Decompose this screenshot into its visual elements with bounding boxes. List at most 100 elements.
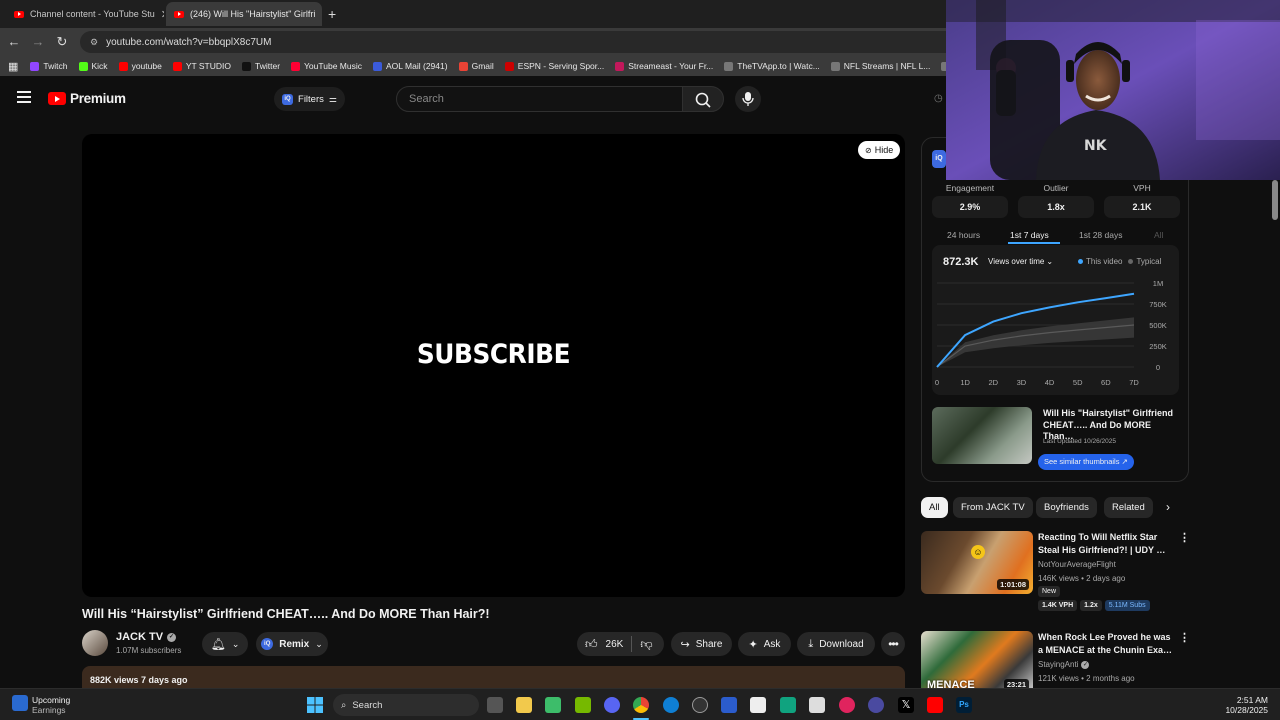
ask-button[interactable]: ✦ Ask xyxy=(738,632,791,656)
media-player-icon[interactable] xyxy=(839,697,855,713)
photoshop-icon[interactable]: Ps xyxy=(956,697,972,713)
file-explorer-icon[interactable] xyxy=(516,697,532,713)
bookmark-label: Twitch xyxy=(43,61,68,71)
download-button[interactable]: ⤓ Download xyxy=(797,632,875,656)
bookmark-item[interactable]: Twitch xyxy=(30,61,68,71)
hide-button[interactable]: ⊘ Hide xyxy=(858,141,901,159)
site-info-icon[interactable]: ⚙ xyxy=(90,37,98,48)
nvidia-icon[interactable] xyxy=(575,697,591,713)
video-title: Will His “Hairstylist” Girlfriend CHEAT…… xyxy=(82,607,490,621)
search-input[interactable]: Search xyxy=(396,86,683,112)
recommended-video[interactable]: MENACE 23:21 When Rock Lee Proved he was… xyxy=(921,631,1191,688)
capcut-icon[interactable] xyxy=(750,697,766,713)
bookmark-item[interactable]: AOL Mail (2941) xyxy=(373,61,448,71)
browser-tab-video[interactable]: (246) Will His "Hairstylist" Girlfri ✕ xyxy=(166,2,322,26)
notepad-icon[interactable] xyxy=(545,697,561,713)
clock-icon[interactable]: ◷ xyxy=(934,93,943,104)
bookmark-favicon-icon xyxy=(242,61,251,71)
bookmark-item[interactable]: Twitter xyxy=(242,61,280,71)
more-vertical-icon[interactable]: ⋮ xyxy=(1179,531,1190,544)
task-view-icon[interactable] xyxy=(487,697,503,713)
remix-button[interactable]: iQ Remix ⌄ xyxy=(256,632,328,656)
bookmark-item[interactable]: TheTVApp.to | Watc... xyxy=(724,61,820,71)
youtube-app-icon[interactable] xyxy=(927,697,943,713)
discord-icon[interactable] xyxy=(604,697,620,713)
page-scrollbar[interactable] xyxy=(1272,180,1278,220)
range-tab-7d[interactable]: 1st 7 days xyxy=(1010,230,1049,240)
channel-name-row[interactable]: JACK TV ✓ xyxy=(116,631,177,643)
like-button[interactable]: 👍︎ 26K xyxy=(585,637,623,652)
range-tab-all[interactable]: All xyxy=(1154,230,1163,240)
chip-boyfriends[interactable]: Boyfriends xyxy=(1036,497,1097,518)
browser-tab-studio[interactable]: Channel content - YouTube Stu ✕ xyxy=(6,2,164,26)
app-icon[interactable] xyxy=(868,697,884,713)
word-icon[interactable] xyxy=(721,697,737,713)
views-dropdown[interactable]: Views over time ⌄ xyxy=(988,257,1053,266)
menu-icon[interactable] xyxy=(17,91,31,103)
channel-avatar[interactable] xyxy=(82,630,108,656)
range-tab-24h[interactable]: 24 hours xyxy=(947,230,980,240)
x-tick-label: 2D xyxy=(988,378,998,387)
close-tab-icon[interactable]: ✕ xyxy=(161,8,164,21)
chrome-icon[interactable] xyxy=(633,697,649,713)
video-thumbnail[interactable]: ☺ 1:01:08 xyxy=(921,531,1033,594)
bookmark-item[interactable]: youtube xyxy=(118,61,162,71)
chevron-right-icon[interactable]: › xyxy=(1166,500,1170,514)
edge-icon[interactable] xyxy=(663,697,679,713)
recommended-video[interactable]: ☺ 1:01:08 Reacting To Will Netflix Star … xyxy=(921,531,1191,611)
like-count: 26K xyxy=(605,638,624,650)
more-actions-button[interactable]: ••• xyxy=(881,632,905,656)
svg-text:NK: NK xyxy=(1084,138,1108,154)
stat-value-vph: 2.1K xyxy=(1104,196,1180,218)
video-thumbnail[interactable]: MENACE 23:21 xyxy=(921,631,1033,688)
video-thumbnail[interactable] xyxy=(932,407,1032,464)
chip-from-channel[interactable]: From JACK TV xyxy=(953,497,1033,518)
see-similar-thumbnails-button[interactable]: See similar thumbnails ↗ xyxy=(1038,454,1134,470)
new-tab-button[interactable]: + xyxy=(328,6,336,22)
more-vertical-icon[interactable]: ⋮ xyxy=(1179,631,1190,644)
bookmark-item[interactable]: Kick xyxy=(78,61,108,71)
bookmark-item[interactable]: YT STUDIO xyxy=(172,61,231,71)
bookmark-item[interactable]: ESPN - Serving Spor... xyxy=(504,61,604,71)
chip-all[interactable]: All xyxy=(921,497,948,518)
apps-grid-icon[interactable]: ▦ xyxy=(8,60,18,73)
taskbar-search-label: Search xyxy=(352,699,383,711)
bookmark-item[interactable]: Gmail xyxy=(458,61,494,71)
widget-text[interactable]: Upcoming Earnings xyxy=(32,695,70,715)
voice-search-button[interactable] xyxy=(735,86,761,112)
reload-icon[interactable]: ↻ xyxy=(54,34,70,50)
bookmark-label: youtube xyxy=(131,61,162,71)
obs-icon[interactable] xyxy=(692,697,708,713)
system-clock[interactable]: 2:51 AM 10/28/2025 xyxy=(1200,695,1268,715)
app-icon[interactable] xyxy=(809,697,825,713)
chatgpt-icon[interactable] xyxy=(780,697,796,713)
description-box[interactable]: 882K views 7 days ago xyxy=(82,666,905,688)
widget-subtitle: Earnings xyxy=(32,705,66,715)
url-field[interactable]: ⚙ youtube.com/watch?v=bbqplX8c7UM xyxy=(80,31,960,53)
bookmark-item[interactable]: Streameast - Your Fr... xyxy=(615,61,713,71)
emoji-face-icon: ☺ xyxy=(971,545,985,559)
range-tab-28d[interactable]: 1st 28 days xyxy=(1079,230,1122,240)
search-button[interactable] xyxy=(682,86,724,112)
share-button[interactable]: ↪ Share xyxy=(671,632,732,656)
chip-related[interactable]: Related xyxy=(1104,497,1153,518)
youtube-premium-logo[interactable]: Premium xyxy=(48,91,126,106)
bookmark-item[interactable]: YouTube Music xyxy=(291,61,362,71)
forward-arrow-icon[interactable]: → xyxy=(30,34,46,50)
stocks-widget-icon[interactable] xyxy=(12,695,28,711)
bookmark-item[interactable]: NFL Streams | NFL L... xyxy=(830,61,930,71)
x-twitter-icon[interactable]: 𝕏 xyxy=(898,697,914,713)
back-arrow-icon[interactable]: ← xyxy=(6,34,22,50)
x-tick-label: 4D xyxy=(1045,378,1055,387)
filters-button[interactable]: iQ Filters ⚌ xyxy=(274,87,345,111)
taskbar-search[interactable]: ⌕ Search xyxy=(333,694,479,716)
bookmark-label: YT STUDIO xyxy=(185,61,231,71)
chevron-down-icon: ⌄ xyxy=(1046,257,1054,266)
close-tab-icon[interactable]: ✕ xyxy=(321,8,322,21)
dislike-button[interactable]: 👎︎ xyxy=(638,637,652,652)
windows-start-icon[interactable] xyxy=(307,697,323,713)
notification-bell-button[interactable]: 🔔︎ ⌄ xyxy=(202,632,248,656)
share-arrow-icon: ↪ xyxy=(680,638,690,651)
video-player[interactable]: SUBSCRIBE ⊘ Hide xyxy=(82,134,905,597)
subs-badge: 5.11M Subs xyxy=(1104,600,1150,611)
